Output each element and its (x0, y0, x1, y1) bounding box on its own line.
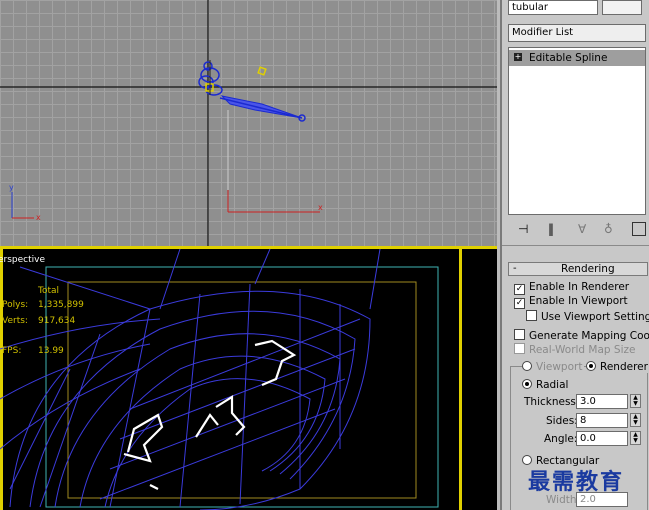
thickness-input[interactable]: 3.0 (576, 394, 628, 409)
enable-in-renderer-checkbox[interactable]: ✓ Enable In Renderer (514, 281, 629, 295)
generate-mapping-checkbox[interactable]: Generate Mapping Coords. (514, 329, 649, 342)
axis-gizmo: x y (9, 183, 41, 222)
rendering-rollout-header[interactable]: - Rendering (508, 262, 648, 276)
top-viewport[interactable]: x x y (0, 0, 497, 246)
stats-verts-value: 917,634 (38, 316, 76, 326)
expand-plus-icon[interactable]: + (514, 53, 522, 61)
modifier-list-dropdown[interactable]: Modifier List (508, 24, 646, 42)
stats-verts-label: Verts: (2, 316, 28, 326)
angle-input[interactable]: 0.0 (576, 431, 628, 446)
top-viewport-canvas[interactable]: x x y (0, 0, 497, 246)
rendering-rollout-title: Rendering (561, 263, 615, 275)
svg-text:x: x (36, 213, 41, 222)
real-world-map-checkbox[interactable]: Real-World Map Size (514, 343, 635, 356)
object-name-field[interactable]: tubular (508, 0, 598, 15)
thickness-label: Thickness: (524, 396, 580, 408)
sides-spinner[interactable]: ▲ ▼ (630, 413, 641, 427)
sides-input[interactable]: 8 (576, 413, 628, 428)
remove-modifier-icon[interactable]: ♁ (604, 222, 613, 236)
svg-text:x: x (318, 203, 323, 212)
stats-fps-value: 13.99 (38, 346, 64, 356)
perspective-canvas[interactable]: erspective (0, 249, 497, 510)
modifier-stack-item-label: Editable Spline (529, 52, 608, 64)
stack-toolbar: ⊣ ‖ ∀ ♁ (508, 222, 648, 240)
svg-text:y: y (9, 183, 14, 192)
perspective-viewport[interactable]: erspective Total Polys: 1,335,899 Verts:… (0, 249, 497, 510)
configure-modifier-sets-icon[interactable] (632, 222, 646, 236)
modifier-stack-item[interactable]: + Editable Spline (509, 50, 645, 66)
checkmark-icon[interactable]: ✓ (514, 284, 525, 295)
pin-stack-icon[interactable]: ⊣ (518, 222, 528, 236)
show-end-result-icon[interactable]: ‖ (548, 222, 554, 236)
stats-header: Total (38, 286, 60, 296)
enable-in-viewport-checkbox[interactable]: ✓ Enable In Viewport (514, 295, 628, 309)
radial-radio[interactable]: Radial (522, 379, 568, 391)
sides-label: Sides: (546, 415, 578, 427)
stats-fps-label: FPS: (2, 346, 22, 356)
renderer-radio[interactable]: Renderer (586, 361, 648, 373)
viewport-radio[interactable]: Viewport (522, 361, 585, 373)
modifier-stack[interactable]: + Editable Spline (508, 47, 646, 215)
svg-text:erspective: erspective (0, 255, 45, 265)
watermark-logo: 最需教育 (528, 469, 625, 495)
checkmark-icon[interactable]: ✓ (514, 298, 525, 309)
object-color-swatch[interactable] (602, 0, 642, 15)
stats-polys-value: 1,335,899 (38, 300, 84, 310)
command-panel: tubular Modifier List + Editable Spline … (500, 0, 649, 510)
stats-polys-label: Polys: (2, 300, 29, 310)
thickness-spinner[interactable]: ▲ ▼ (630, 394, 641, 408)
make-unique-icon[interactable]: ∀ (578, 222, 586, 236)
angle-spinner[interactable]: ▲ ▼ (630, 431, 641, 445)
collapse-minus-icon[interactable]: - (513, 263, 517, 274)
use-viewport-settings-checkbox[interactable]: Use Viewport Settings (526, 310, 649, 323)
spline-object[interactable] (198, 60, 306, 122)
angle-label: Angle: (544, 433, 578, 445)
